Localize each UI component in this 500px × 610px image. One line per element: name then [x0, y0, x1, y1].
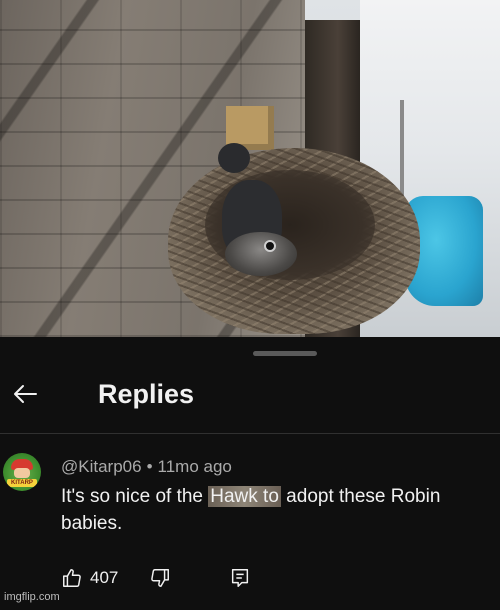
thumbs-up-icon: [63, 569, 81, 587]
replies-sheet: Replies KITARP @Kitarp06 • 11mo ago It's s…: [0, 337, 500, 610]
comment-item: KITARP @Kitarp06 • 11mo ago It's so nice o…: [0, 445, 500, 605]
comment-meta: @Kitarp06 • 11mo ago: [61, 457, 232, 477]
dislike-button[interactable]: [149, 563, 171, 593]
comment-actions: 407: [61, 563, 461, 593]
chick-eye: [264, 240, 276, 252]
sheet-header: Replies: [0, 365, 500, 429]
meta-separator: •: [146, 457, 153, 476]
reply-button[interactable]: [229, 563, 251, 593]
nest-photo: [0, 0, 500, 337]
page-title: Replies: [98, 379, 195, 409]
arrow-left-icon: [14, 385, 37, 403]
comment-text-start: It's so nice of the: [61, 486, 209, 507]
comment-age[interactable]: 11mo ago: [158, 457, 232, 476]
comment-icon: [231, 569, 249, 587]
divider: [0, 433, 500, 434]
watermark: imgflip.com: [4, 591, 60, 603]
back-button[interactable]: [8, 377, 42, 411]
comment-text: It's so nice of the Hawk to adopt these …: [61, 483, 497, 537]
comment-text-highlight: Hawk to: [208, 486, 281, 507]
avatar-tag: KITARP: [7, 479, 37, 487]
drag-handle[interactable]: [253, 351, 317, 356]
adult-bird-head: [218, 143, 250, 173]
like-button[interactable]: 407: [61, 563, 118, 593]
comment-author[interactable]: @Kitarp06: [61, 457, 142, 476]
like-count: 407: [90, 568, 119, 587]
avatar-face: [14, 468, 30, 478]
thumbs-down-icon: [151, 569, 169, 587]
avatar[interactable]: KITARP: [3, 453, 41, 491]
chick: [225, 232, 297, 276]
metal-pole: [400, 100, 404, 200]
